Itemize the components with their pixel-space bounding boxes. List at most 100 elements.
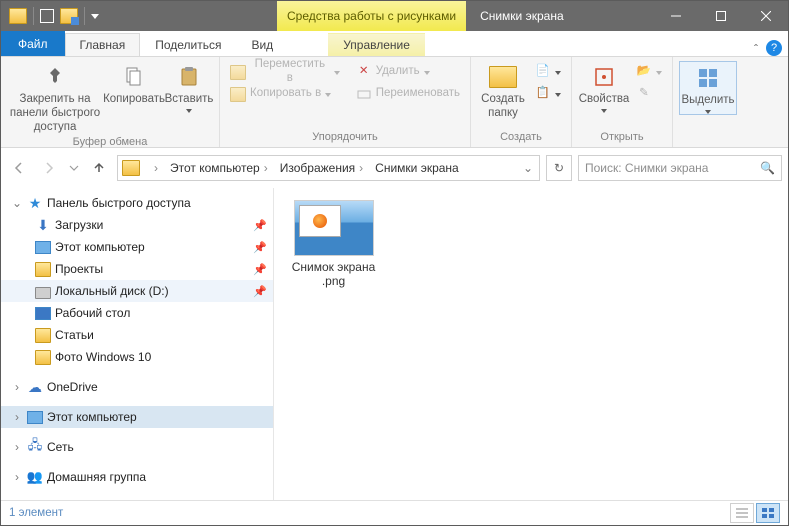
separator	[84, 7, 85, 25]
chevron-down-icon	[334, 71, 340, 75]
group-organize: Переместить в Копировать в ✕ Удалить	[220, 57, 471, 147]
tree-label: Проекты	[55, 262, 103, 276]
pin-to-quick-access-button[interactable]: Закрепить на панели быстрого доступа	[7, 61, 103, 134]
tree-homegroup[interactable]: › 👥 Домашняя группа	[1, 466, 273, 488]
new-item-icon[interactable]: 📋	[531, 83, 565, 105]
forward-button[interactable]	[37, 156, 61, 180]
tree-photos-win10[interactable]: Фото Windows 10	[1, 346, 273, 368]
maximize-button[interactable]	[698, 1, 743, 31]
tab-manage[interactable]: Управление	[328, 33, 425, 56]
recent-locations-button[interactable]	[67, 156, 81, 180]
status-bar: 1 элемент	[1, 500, 788, 525]
breadcrumb-screenshots[interactable]: Снимки экрана	[369, 161, 465, 175]
drive-icon	[35, 283, 51, 299]
icons-view-button[interactable]	[756, 503, 780, 523]
delete-button[interactable]: ✕ Удалить	[352, 61, 464, 83]
pin-icon: 📌	[253, 263, 267, 276]
easy-access-icon: 📄	[535, 64, 551, 80]
group-select: Выделить	[673, 57, 743, 147]
properties-label: Свойства	[579, 93, 630, 107]
tree-desktop[interactable]: Рабочий стол	[1, 302, 273, 324]
app-icon[interactable]	[9, 8, 27, 24]
close-button[interactable]	[743, 1, 788, 31]
properties-icon	[589, 63, 619, 91]
address-box[interactable]: › Этот компьютер› Изображения› Снимки эк…	[117, 155, 540, 181]
expand-icon[interactable]: ›	[11, 470, 23, 484]
copy-icon	[119, 63, 149, 91]
tree-network[interactable]: › 🖧 Сеть	[1, 436, 273, 458]
new-easy-access-icon[interactable]: 📄	[531, 61, 565, 83]
file-list[interactable]: Снимок экрана .png	[274, 188, 788, 500]
expand-icon[interactable]: ›	[11, 380, 23, 394]
delete-label: Удалить	[376, 65, 420, 79]
qat-new-folder-icon[interactable]	[60, 8, 78, 24]
tree-label: Панель быстрого доступа	[47, 196, 191, 210]
breadcrumb-pictures[interactable]: Изображения›	[274, 161, 369, 175]
pin-icon: 📌	[253, 285, 267, 298]
explorer-window: Средства работы с рисунками Снимки экран…	[0, 0, 789, 526]
rename-button[interactable]: Переименовать	[352, 83, 464, 105]
tree-this-pc-root[interactable]: › Этот компьютер	[1, 406, 273, 428]
tab-home[interactable]: Главная	[65, 33, 141, 56]
move-to-button[interactable]: Переместить в	[226, 61, 344, 83]
folder-icon	[35, 327, 51, 343]
location-icon	[122, 160, 140, 176]
qat-properties-icon[interactable]	[40, 9, 54, 23]
copy-button[interactable]: Копировать	[103, 61, 165, 107]
help-icon[interactable]: ?	[766, 40, 782, 56]
properties-button[interactable]: Свойства	[578, 61, 630, 113]
collapse-ribbon-icon[interactable]: ˆ	[746, 42, 766, 56]
status-item-count: 1 элемент	[9, 507, 63, 519]
up-button[interactable]	[87, 156, 111, 180]
group-new: Создать папку 📄 📋 Создать	[471, 57, 572, 147]
select-button[interactable]: Выделить	[679, 61, 737, 115]
new-folder-button[interactable]: Создать папку	[477, 61, 529, 121]
chevron-down-icon	[601, 109, 607, 113]
address-dropdown-icon[interactable]: ⌄	[517, 161, 539, 175]
tree-projects[interactable]: Проекты 📌	[1, 258, 273, 280]
file-name: Снимок экрана .png	[292, 260, 376, 288]
tab-share[interactable]: Поделиться	[140, 33, 236, 56]
search-box[interactable]: Поиск: Снимки экрана 🔍	[578, 155, 782, 181]
search-placeholder: Поиск: Снимки экрана	[585, 161, 708, 175]
group-new-label: Создать	[471, 129, 571, 147]
delete-icon: ✕	[356, 64, 372, 80]
tree-downloads[interactable]: ⬇ Загрузки 📌	[1, 214, 273, 236]
minimize-button[interactable]	[653, 1, 698, 31]
details-view-button[interactable]	[730, 503, 754, 523]
star-icon: ★	[27, 195, 43, 211]
move-to-icon	[230, 64, 246, 80]
qat-customize-icon[interactable]	[91, 14, 99, 19]
paste-icon	[174, 63, 204, 91]
folder-icon	[35, 349, 51, 365]
expand-icon[interactable]: ›	[11, 410, 23, 424]
tab-file[interactable]: Файл	[1, 31, 65, 56]
window-title: Снимки экрана	[466, 1, 653, 31]
rename-icon	[356, 86, 372, 102]
edit-icon[interactable]: ✎	[632, 83, 666, 105]
tree-onedrive[interactable]: › ☁ OneDrive	[1, 376, 273, 398]
onedrive-icon: ☁	[27, 379, 43, 395]
open-icon[interactable]: 📂	[632, 61, 666, 83]
tree-label: Этот компьютер	[47, 410, 137, 424]
tree-local-disk-d[interactable]: Локальный диск (D:) 📌	[1, 280, 273, 302]
tree-label: Фото Windows 10	[55, 350, 151, 364]
tab-view[interactable]: Вид	[236, 33, 288, 56]
group-open: Свойства 📂 ✎ Открыть	[572, 57, 673, 147]
file-item-screenshot[interactable]: Снимок экрана .png	[286, 200, 381, 288]
breadcrumb-sep[interactable]: ›	[144, 161, 164, 175]
refresh-button[interactable]: ↻	[546, 155, 572, 181]
expand-icon[interactable]: ›	[11, 440, 23, 454]
copy-to-button[interactable]: Копировать в	[226, 83, 344, 105]
tree-quick-access[interactable]: ⌄ ★ Панель быстрого доступа	[1, 192, 273, 214]
pin-icon	[40, 63, 70, 91]
back-button[interactable]	[7, 156, 31, 180]
downloads-icon: ⬇	[35, 217, 51, 233]
expand-icon[interactable]: ⌄	[11, 196, 23, 210]
tree-articles[interactable]: Статьи	[1, 324, 273, 346]
edit-icon: ✎	[636, 86, 652, 102]
breadcrumb-this-pc[interactable]: Этот компьютер›	[164, 161, 274, 175]
paste-button[interactable]: Вставить	[165, 61, 213, 113]
tree-this-pc-pinned[interactable]: Этот компьютер 📌	[1, 236, 273, 258]
open-icon: 📂	[636, 64, 652, 80]
